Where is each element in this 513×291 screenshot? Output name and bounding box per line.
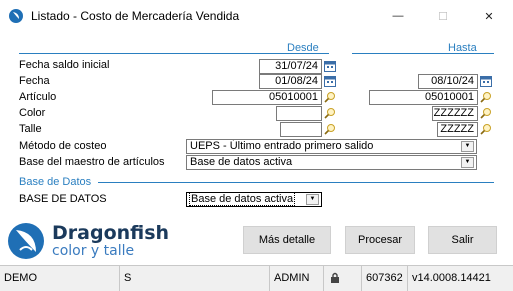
talle-hasta-field[interactable]: ZZZZZ bbox=[437, 122, 478, 137]
magnifier-icon bbox=[324, 92, 335, 103]
calendar-button[interactable] bbox=[323, 74, 337, 88]
mas-detalle-button[interactable]: Más detalle bbox=[243, 226, 331, 254]
label-fecha: Fecha bbox=[19, 75, 50, 87]
section-title-base-datos: Base de Datos bbox=[19, 176, 92, 188]
header-divider bbox=[352, 53, 494, 54]
search-button[interactable] bbox=[323, 106, 337, 120]
window-title: Listado - Costo de Mercadería Vendida bbox=[31, 9, 240, 23]
calendar-icon bbox=[480, 76, 492, 87]
label-base-de-datos: BASE DE DATOS bbox=[19, 193, 107, 205]
chevron-down-icon[interactable]: ▼ bbox=[461, 157, 474, 168]
search-button[interactable] bbox=[323, 122, 337, 136]
base-maestro-select[interactable]: Base de datos activa ▼ bbox=[186, 155, 477, 170]
label-fecha-saldo-inicial: Fecha saldo inicial bbox=[19, 59, 110, 71]
status-mode: S bbox=[120, 266, 270, 291]
articulo-desde-field[interactable]: 05010001 bbox=[212, 90, 322, 105]
search-button[interactable] bbox=[323, 90, 337, 104]
brand-tagline: color y talle bbox=[52, 243, 135, 259]
close-icon: ✕ bbox=[484, 10, 494, 23]
section-divider bbox=[98, 182, 494, 183]
maximize-button[interactable]: ☐ bbox=[420, 0, 466, 32]
status-lock bbox=[324, 266, 362, 291]
base-de-datos-select[interactable]: Base de datos activa ▼ bbox=[186, 192, 322, 207]
calendar-button[interactable] bbox=[323, 59, 337, 73]
metodo-costeo-value: UEPS - Último entrado primero salido bbox=[190, 140, 374, 152]
search-button[interactable] bbox=[479, 122, 493, 136]
app-icon bbox=[9, 9, 23, 23]
fecha-desde-field[interactable]: 01/08/24 bbox=[259, 74, 322, 89]
magnifier-icon bbox=[324, 108, 335, 119]
salir-button[interactable]: Salir bbox=[428, 226, 497, 254]
minimize-button[interactable]: — bbox=[375, 0, 421, 32]
magnifier-icon bbox=[324, 124, 335, 135]
procesar-button[interactable]: Procesar bbox=[345, 226, 415, 254]
calendar-icon bbox=[324, 76, 336, 87]
status-number: 607362 bbox=[362, 266, 408, 291]
lock-icon bbox=[331, 272, 339, 284]
base-de-datos-value: Base de datos activa bbox=[188, 193, 296, 206]
magnifier-icon bbox=[480, 124, 491, 135]
color-desde-field[interactable] bbox=[276, 106, 322, 121]
magnifier-icon bbox=[480, 108, 491, 119]
minimize-icon: — bbox=[392, 10, 404, 22]
talle-desde-field[interactable] bbox=[280, 122, 322, 137]
base-maestro-value: Base de datos activa bbox=[190, 156, 293, 168]
magnifier-icon bbox=[480, 92, 491, 103]
status-version: v14.0008.14421 bbox=[412, 272, 491, 284]
label-base-maestro: Base del maestro de artículos bbox=[19, 156, 165, 168]
chevron-down-icon[interactable]: ▼ bbox=[306, 194, 319, 205]
label-talle: Talle bbox=[19, 123, 42, 135]
fecha-saldo-inicial-field[interactable]: 31/07/24 bbox=[259, 59, 322, 74]
calendar-button[interactable] bbox=[479, 74, 493, 88]
brand-name: Dragonfish bbox=[52, 222, 170, 244]
close-button[interactable]: ✕ bbox=[466, 0, 512, 32]
status-user: ADMIN bbox=[270, 266, 324, 291]
header-divider bbox=[19, 53, 329, 54]
label-metodo-costeo: Método de costeo bbox=[19, 140, 107, 152]
search-button[interactable] bbox=[479, 106, 493, 120]
title-bar: Listado - Costo de Mercadería Vendida — … bbox=[0, 0, 513, 32]
metodo-costeo-select[interactable]: UEPS - Último entrado primero salido ▼ bbox=[186, 139, 477, 154]
articulo-hasta-field[interactable]: 05010001 bbox=[369, 90, 478, 105]
color-hasta-field[interactable]: ZZZZZZ bbox=[432, 106, 478, 121]
label-articulo: Artículo bbox=[19, 91, 57, 103]
calendar-icon bbox=[324, 61, 336, 72]
status-bar: DEMO S ADMIN 607362 v14.0008.14421 bbox=[0, 265, 513, 291]
fecha-hasta-field[interactable]: 08/10/24 bbox=[418, 74, 478, 89]
chevron-down-icon[interactable]: ▼ bbox=[461, 141, 474, 152]
maximize-icon: ☐ bbox=[438, 10, 448, 23]
status-environment: DEMO bbox=[0, 266, 120, 291]
search-button[interactable] bbox=[479, 90, 493, 104]
dragonfish-logo-icon bbox=[8, 223, 44, 259]
label-color: Color bbox=[19, 107, 46, 119]
